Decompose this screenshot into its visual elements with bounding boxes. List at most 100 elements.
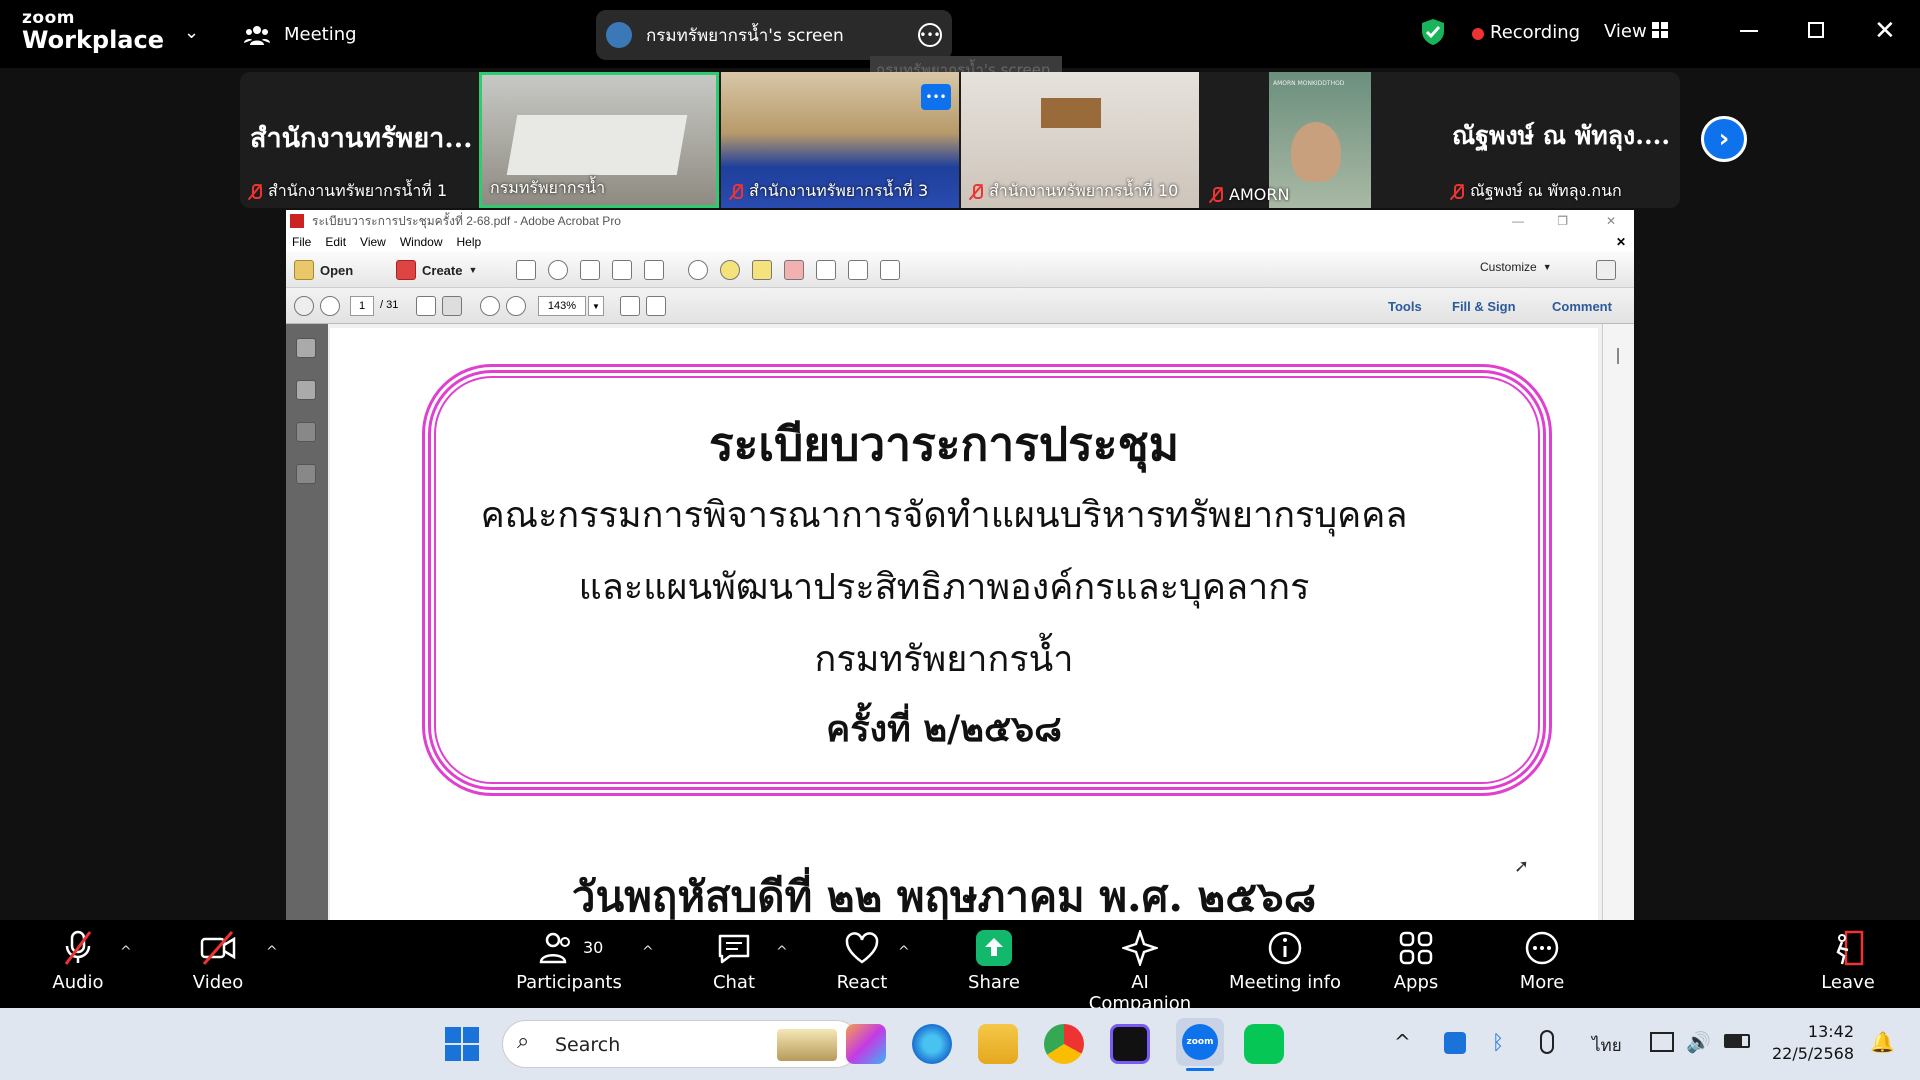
- zoom-dropdown-icon[interactable]: ▼: [588, 296, 604, 316]
- page-down-icon[interactable]: [320, 296, 340, 316]
- clock-time[interactable]: 13:42: [1772, 1022, 1854, 1041]
- redact-icon[interactable]: [784, 260, 804, 280]
- menu-edit[interactable]: Edit: [325, 232, 346, 252]
- zoom-out-icon[interactable]: [480, 296, 500, 316]
- page-number-input[interactable]: [350, 296, 374, 316]
- vertical-scrollbar[interactable]: [1602, 324, 1634, 920]
- bookmarks-icon[interactable]: [296, 380, 316, 400]
- zoom-taskbar-button[interactable]: zoom: [1176, 1018, 1224, 1066]
- notification-bell-icon[interactable]: 🔔: [1870, 1030, 1895, 1054]
- doc-close-icon[interactable]: ✕: [1616, 232, 1626, 252]
- battery-icon[interactable]: [1724, 1034, 1750, 1048]
- minimize-icon[interactable]: [1740, 30, 1758, 32]
- meeting-info-button[interactable]: Meeting info: [1228, 930, 1342, 993]
- ai-companion-button[interactable]: AI Companion: [1078, 928, 1202, 1014]
- windows-start-icon[interactable]: [444, 1026, 480, 1062]
- volume-icon[interactable]: 🔊: [1686, 1030, 1711, 1054]
- close-icon[interactable]: ✕: [1874, 16, 1896, 46]
- print-icon[interactable]: [580, 260, 600, 280]
- bluetooth-icon[interactable]: ᛒ: [1492, 1030, 1504, 1054]
- view-menu[interactable]: View: [1604, 21, 1647, 42]
- audio-button[interactable]: Audio: [46, 930, 110, 993]
- participant-tile[interactable]: สำนักงานทรัพยากรน้ำที่ 10: [961, 72, 1199, 208]
- meeting-menu[interactable]: Meeting: [284, 24, 357, 45]
- menu-file[interactable]: File: [292, 232, 311, 252]
- edit-icon[interactable]: [612, 260, 632, 280]
- scroll-thumb[interactable]: [1617, 348, 1619, 364]
- apps-button[interactable]: Apps: [1384, 930, 1448, 993]
- chat-button[interactable]: Chat: [702, 930, 766, 993]
- attachments-icon[interactable]: [296, 422, 316, 442]
- menu-view[interactable]: View: [360, 232, 386, 252]
- share-button[interactable]: Share: [962, 930, 1026, 993]
- open-button[interactable]: Open: [294, 260, 353, 280]
- pages-panel-icon[interactable]: [296, 338, 316, 358]
- tray-overflow-chevron-icon[interactable]: ^: [1394, 1030, 1411, 1054]
- participant-tile[interactable]: AMORN MONKIDDTHOD AMORN: [1201, 72, 1371, 208]
- taskbar-search[interactable]: ⌕ Search: [502, 1020, 860, 1068]
- react-options-chevron-icon[interactable]: ^: [898, 944, 910, 960]
- line-app-icon[interactable]: [1244, 1024, 1284, 1064]
- export-icon[interactable]: [848, 260, 868, 280]
- compare-icon[interactable]: [816, 260, 836, 280]
- participant-tile[interactable]: สำนักงานทรัพยา... สำนักงานทรัพยากรน้ำที่…: [240, 72, 478, 208]
- network-icon[interactable]: [1650, 1032, 1674, 1052]
- participant-tile[interactable]: ••• สำนักงานทรัพยากรน้ำที่ 3: [721, 72, 959, 208]
- grid-view-icon[interactable]: [1652, 22, 1668, 38]
- acrobat-close-icon[interactable]: ✕: [1606, 210, 1616, 232]
- zoom-level-input[interactable]: [538, 296, 586, 316]
- clock-date[interactable]: 22/5/2568: [1770, 1044, 1854, 1063]
- menu-help[interactable]: Help: [457, 232, 482, 252]
- acrobat-restore-icon[interactable]: ❐: [1557, 210, 1568, 232]
- more-options-icon[interactable]: •••: [918, 23, 942, 47]
- edge-icon[interactable]: [912, 1024, 952, 1064]
- pdf-page[interactable]: ระเบียบวาระการประชุม คณะกรรมการพิจารณากา…: [330, 328, 1598, 920]
- menu-window[interactable]: Window: [400, 232, 443, 252]
- zoom-in-icon[interactable]: [506, 296, 526, 316]
- acrobat-minimize-icon[interactable]: —: [1512, 210, 1524, 232]
- participants-options-chevron-icon[interactable]: ^: [642, 944, 654, 960]
- chevron-down-icon[interactable]: ⌄: [184, 22, 199, 43]
- restore-icon[interactable]: [1808, 22, 1824, 38]
- video-button[interactable]: Video: [186, 930, 250, 993]
- hand-tool-icon[interactable]: [442, 296, 462, 316]
- leave-button[interactable]: Leave: [1816, 930, 1880, 993]
- shield-check-icon[interactable]: [1420, 18, 1446, 46]
- highlight-icon[interactable]: [752, 260, 772, 280]
- select-cursor-icon[interactable]: [416, 296, 436, 316]
- fit-page-icon[interactable]: [620, 296, 640, 316]
- security-shield-icon[interactable]: [1444, 1032, 1466, 1054]
- save-icon[interactable]: [516, 260, 536, 280]
- tools-tab[interactable]: Tools: [1388, 299, 1422, 314]
- video-options-chevron-icon[interactable]: ^: [266, 944, 278, 960]
- webex-icon[interactable]: [1110, 1024, 1150, 1064]
- participant-tile-active[interactable]: กรมทรัพยากรน้ำ: [479, 72, 719, 208]
- fit-width-icon[interactable]: [646, 296, 666, 316]
- settings-gear-icon[interactable]: [688, 260, 708, 280]
- more-button[interactable]: More: [1510, 930, 1574, 993]
- participant-tile[interactable]: ณัฐพงษ์ ณ พัทลุง.... ณัฐพงษ์ ณ พัทลุง.กน…: [1442, 72, 1680, 208]
- upload-cloud-icon[interactable]: [548, 260, 568, 280]
- page-up-icon[interactable]: [294, 296, 314, 316]
- chrome-icon[interactable]: [1044, 1024, 1084, 1064]
- expand-icon[interactable]: [1596, 260, 1616, 280]
- chat-options-chevron-icon[interactable]: ^: [776, 944, 788, 960]
- customize-button[interactable]: Customize ▼: [1480, 260, 1552, 274]
- recording-status[interactable]: Recording: [1490, 22, 1580, 43]
- audio-options-chevron-icon[interactable]: ^: [120, 944, 132, 960]
- signatures-icon[interactable]: [296, 464, 316, 484]
- comment-bubble-icon[interactable]: [720, 260, 740, 280]
- input-language[interactable]: ไทย: [1592, 1032, 1622, 1059]
- sign-icon[interactable]: [880, 260, 900, 280]
- create-button[interactable]: Create ▼: [396, 260, 477, 280]
- participants-button[interactable]: 30 Participants: [516, 930, 622, 993]
- email-icon[interactable]: [644, 260, 664, 280]
- screen-share-pill[interactable]: กรมทรัพยากรน้ำ's screen •••: [596, 10, 952, 60]
- fill-sign-tab[interactable]: Fill & Sign: [1452, 299, 1516, 314]
- microphone-icon[interactable]: [1540, 1030, 1554, 1054]
- copilot-icon[interactable]: [846, 1024, 886, 1064]
- tile-options-icon[interactable]: •••: [921, 84, 951, 110]
- gallery-next-icon[interactable]: ›: [1701, 116, 1747, 162]
- comment-tab[interactable]: Comment: [1552, 299, 1612, 314]
- file-explorer-icon[interactable]: [978, 1024, 1018, 1064]
